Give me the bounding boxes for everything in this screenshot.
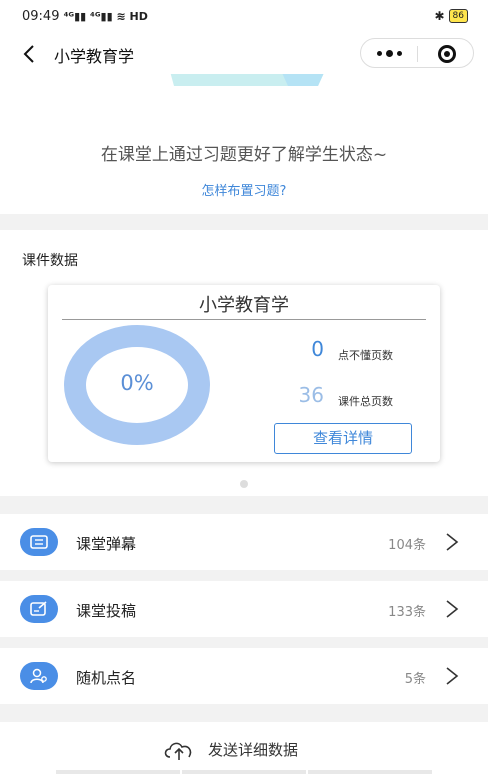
status-time: 09:49 ⁴ᴳ▮▮ ⁴ᴳ▮▮ ≋ HD	[22, 9, 148, 24]
courseware-data-card: 课件数据 小学教育学 0% 0 点不懂页数 36 课件总页数 查看详情	[0, 230, 488, 496]
send-data-bar[interactable]: 发送详细数据	[0, 722, 488, 774]
bottom-tab-strip	[56, 770, 432, 774]
nav-bar: 小学教育学	[0, 34, 488, 74]
exercise-hint-text: 在课堂上通过习题更好了解学生状态~	[100, 145, 388, 165]
list-item-label: 课堂投稿	[76, 602, 137, 620]
list-item-label: 课堂弹幕	[76, 535, 137, 553]
list-item-submission[interactable]: 课堂投稿 133条	[0, 581, 488, 637]
illustration	[170, 74, 324, 86]
unclear-pages-label: 点不懂页数	[338, 349, 393, 362]
capsule-divider	[417, 46, 418, 62]
back-arrow-icon[interactable]	[18, 42, 42, 66]
bluetooth-icon: ✱	[434, 9, 445, 23]
list-item-roll-call[interactable]: 随机点名 5条	[0, 648, 488, 704]
section-title: 课件数据	[22, 253, 78, 269]
chevron-right-icon	[446, 667, 459, 685]
more-icon[interactable]	[361, 38, 417, 68]
list-item-label: 随机点名	[76, 669, 137, 687]
view-details-button[interactable]: 查看详情	[274, 423, 412, 454]
total-pages-count: 36	[298, 383, 324, 407]
courseware-summary-card[interactable]: 小学教育学 0% 0 点不懂页数 36 课件总页数 查看详情	[48, 285, 440, 462]
close-circle-icon[interactable]	[438, 45, 456, 63]
danmaku-icon	[20, 528, 58, 556]
status-right: ✱ 86	[434, 9, 468, 23]
carousel-indicator[interactable]	[240, 480, 248, 488]
list-item-count: 133条	[388, 605, 426, 620]
exercise-hint-card: 在课堂上通过习题更好了解学生状态~ 怎样布置习题?	[0, 74, 488, 214]
total-pages-label: 课件总页数	[338, 395, 393, 408]
list-item-danmaku[interactable]: 课堂弹幕 104条	[0, 514, 488, 570]
chevron-right-icon	[446, 600, 459, 618]
courseware-title: 小学教育学	[199, 295, 289, 316]
submission-icon	[20, 595, 58, 623]
divider	[62, 319, 426, 320]
cloud-upload-icon	[164, 742, 192, 760]
list-item-count: 5条	[404, 672, 426, 687]
chevron-right-icon	[446, 533, 459, 551]
unclear-pages-count: 0	[311, 337, 324, 361]
send-detailed-data-label: 发送详细数据	[208, 741, 299, 759]
page-title: 小学教育学	[54, 47, 135, 66]
how-to-assign-link[interactable]: 怎样布置习题?	[0, 180, 488, 199]
list-item-count: 104条	[388, 538, 426, 553]
roll-call-icon	[20, 662, 58, 690]
status-bar: 09:49 ⁴ᴳ▮▮ ⁴ᴳ▮▮ ≋ HD ✱ 86	[0, 0, 488, 34]
donut-percent: 0%	[120, 371, 154, 395]
mini-program-capsule	[360, 38, 474, 68]
battery-icon: 86	[448, 9, 468, 23]
